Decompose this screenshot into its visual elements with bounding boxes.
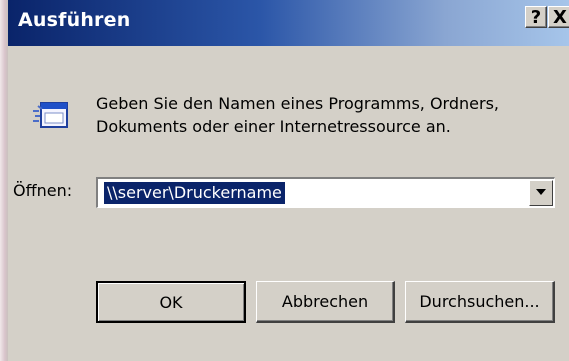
background-edge — [0, 0, 8, 361]
ok-button[interactable]: OK — [96, 281, 246, 323]
open-combobox[interactable]: \\server\Druckername — [96, 177, 555, 208]
instruction-line-1: Geben Sie den Namen eines Programms, Ord… — [96, 94, 499, 113]
instruction-line-2: Dokuments oder einer Internetressource a… — [96, 117, 451, 136]
cancel-button[interactable]: Abbrechen — [256, 281, 395, 323]
instruction-text: Geben Sie den Namen eines Programms, Ord… — [96, 92, 526, 138]
window-title: Ausführen — [18, 9, 131, 31]
run-dialog: Ausführen ? X Geben Sie den Namen eines … — [0, 0, 569, 361]
help-button[interactable]: ? — [525, 6, 547, 28]
title-bar[interactable]: Ausführen ? X — [8, 0, 569, 46]
open-input[interactable]: \\server\Druckername — [104, 182, 285, 204]
browse-button[interactable]: Durchsuchen... — [405, 281, 555, 323]
run-dialog-icon — [33, 102, 68, 128]
open-label-text: Öffnen: — [13, 181, 73, 200]
dropdown-button[interactable] — [529, 180, 553, 206]
chevron-down-icon — [536, 189, 546, 195]
open-label: Öffnen: — [13, 181, 72, 200]
close-button[interactable]: X — [548, 6, 569, 28]
